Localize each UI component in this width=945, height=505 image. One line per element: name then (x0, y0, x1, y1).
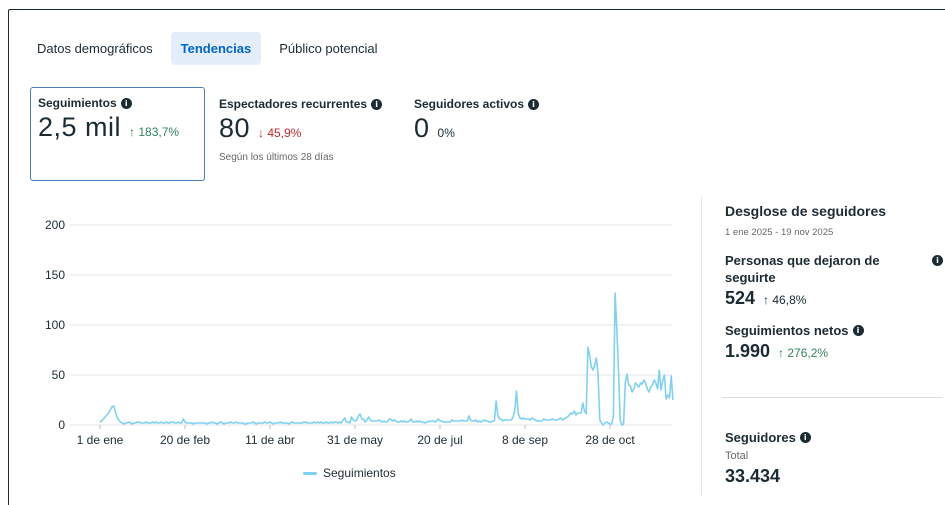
metric-returning-value: 80 (219, 113, 251, 143)
info-icon[interactable]: i (371, 98, 383, 110)
unfollows-label: Personas que dejaron de seguirte (725, 253, 880, 285)
metric-follows-change: ↑ 183,7% (129, 125, 180, 139)
y-tick-label: 50 (52, 368, 66, 382)
unfollows-change: ↑ 46,8% (763, 293, 807, 307)
x-tick-label: 31 de may (327, 433, 383, 447)
x-tick-label: 20 de jul (417, 433, 462, 447)
metric-returning-label: Espectadores recurrentes (219, 97, 368, 111)
metric-follows-label: Seguimientos (38, 96, 117, 110)
vertical-divider (701, 197, 702, 495)
followers-sub-label: Total (725, 450, 749, 462)
metric-returning-note: Según los últimos 28 días (219, 152, 334, 163)
tab-trends[interactable]: Tendencias (170, 31, 262, 65)
legend-label: Seguimientos (323, 466, 396, 480)
followers-value: 33.434 (725, 466, 781, 486)
metric-active-change: 0% (437, 126, 455, 140)
info-icon[interactable]: i (932, 255, 943, 266)
legend-swatch (303, 471, 317, 475)
followers-label: Seguidores (725, 430, 796, 445)
tab-demographics[interactable]: Datos demográficos (27, 32, 163, 65)
y-tick-label: 150 (45, 268, 65, 282)
chart-legend: Seguimientos (303, 466, 396, 480)
metric-returning-change: ↓ 45,9% (258, 126, 302, 140)
metric-active-value: 0 (414, 113, 430, 143)
x-tick-label: 28 de oct (585, 433, 635, 447)
x-tick-label: 20 de feb (160, 433, 210, 447)
y-tick-label: 200 (45, 218, 65, 232)
info-icon[interactable]: i (852, 325, 864, 336)
net-follows-label: Seguimientos netos (725, 323, 849, 338)
y-tick-label: 0 (58, 418, 65, 432)
breakdown-date-range: 1 ene 2025 - 19 nov 2025 (725, 227, 834, 238)
x-tick-label: 1 de ene (77, 433, 124, 447)
x-tick-label: 8 de sep (502, 433, 548, 447)
panel-divider (722, 397, 943, 398)
tab-bar: Datos demográficos Tendencias Público po… (27, 30, 395, 66)
metric-active-label: Seguidores activos (414, 97, 525, 111)
followers-total-section: Seguidores i Total 33.434 (725, 429, 943, 487)
x-tick-label: 11 de abr (245, 433, 295, 447)
y-axis: 0 50 100 150 200 (45, 218, 65, 432)
info-icon[interactable]: i (799, 432, 811, 443)
breakdown-title: Desglose de seguidores (725, 203, 887, 219)
info-icon[interactable]: i (120, 97, 132, 109)
y-tick-label: 100 (45, 318, 65, 332)
metric-card-active-followers[interactable]: Seguidores activos i 0 0% (414, 87, 574, 181)
follows-trend-chart[interactable]: 0 50 100 150 200 1 de ene 20 de feb 11 de abr 3… (20, 195, 685, 495)
info-icon[interactable]: i (528, 98, 540, 110)
net-follows-change: ↑ 276,2% (778, 346, 829, 360)
series-line-seguimientos (99, 292, 674, 426)
x-axis: 1 de ene 20 de feb 11 de abr 31 de may 20 de… (77, 425, 635, 447)
metric-card-returning-viewers[interactable]: Espectadores recurrentes i 80 ↓ 45,9% Se… (219, 87, 404, 181)
metric-follows-value: 2,5 mil (38, 112, 122, 142)
tab-potential-audience[interactable]: Público potencial (269, 32, 387, 65)
metric-card-follows[interactable]: Seguimientos i 2,5 mil ↑ 183,7% (30, 87, 205, 181)
unfollows-value: 524 (725, 288, 756, 308)
chart-gridlines (70, 224, 672, 426)
follower-breakdown-panel: Desglose de seguidores 1 ene 2025 - 19 n… (725, 203, 943, 362)
net-follows-value: 1.990 (725, 341, 771, 361)
